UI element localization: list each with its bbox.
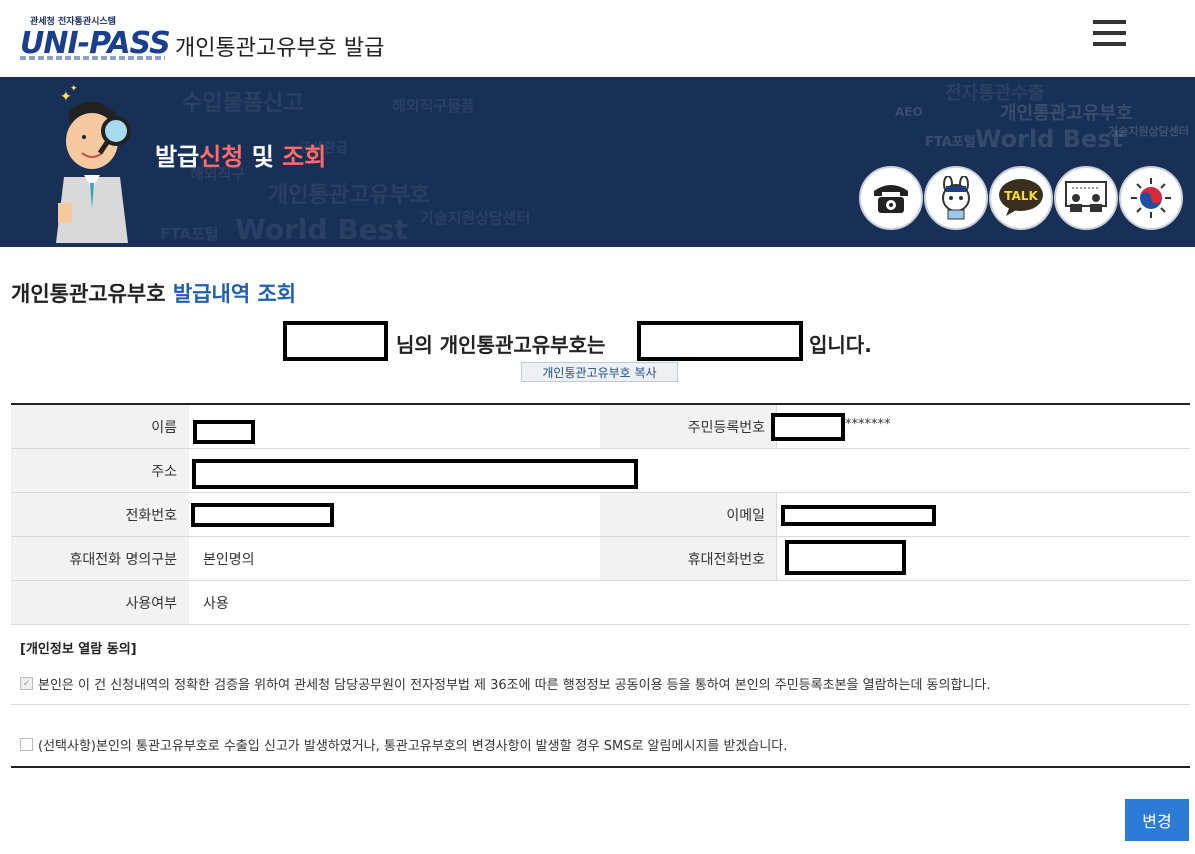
consent-required-label: 본인은 이 건 신청내역의 정확한 검증을 위하여 관세청 담당공무원이 전자정… [38,678,991,693]
section-title-main: 개인통관고유부호 [11,282,166,306]
phone-value [189,493,599,536]
copy-code-button[interactable]: 개인통관고유부호 복사 [521,362,678,382]
video-consult-button[interactable] [1054,166,1118,230]
banner-title-text: 발급 [155,143,200,171]
kakao-talk-icon: TALK [999,179,1043,216]
consent-required-checkbox[interactable]: ✓ [20,677,33,690]
table-row: 주소 [11,449,1190,493]
banner-bg-word: FTA포털 [160,225,219,243]
banner: 수입물품신고 해외직구물품 전자통관수출 개인통관고유부호 World Best… [0,77,1195,247]
result-text-1: 님의 개인통관고유부호는 [396,333,606,357]
section-title-accent: 발급내역 조회 [172,282,297,306]
consent-optional-row: (선택사항)본인의 통관고유부호로 수출입 신고가 발생하였거나, 통관고유부호… [20,735,787,754]
consent-optional-label: (선택사항)본인의 통관고유부호로 수출입 신고가 발생하였거나, 통관고유부호… [38,739,788,754]
banner-bg-word: 개인통관고유부호 [268,183,430,208]
character-illustration: ✦ ✦ [56,84,131,243]
mobile-value [777,537,1190,580]
redacted-name-value [193,420,255,444]
rrn-value: ******* [771,405,1190,448]
result-line: 님의 개인통관고유부호는 입니다. [0,321,1195,361]
divider [11,704,1190,705]
mobile-label: 휴대전화번호 [600,537,777,580]
unipass-logo[interactable]: 관세청 전자통관시스템 UNI-PASS [20,12,171,66]
mobile-owner-value: 본인명의 [203,551,255,568]
email-value [777,493,1190,536]
app-title: 개인통관고유부호 발급 [175,36,385,61]
usage-label: 사용여부 [11,581,189,624]
banner-bg-word: AEO [895,105,923,119]
result-text-2: 입니다. [809,333,872,357]
talk-label: TALK [1004,189,1038,203]
video-consult-icon [1065,181,1107,212]
banner-bg-word: 수입물품신고 [182,91,304,116]
consent-required-row: ✓ 본인은 이 건 신청내역의 정확한 검증을 위하여 관세청 담당공무원이 전… [20,674,990,693]
banner-bg-word: FTA포털 [925,135,976,150]
table-row: 전화번호 이메일 [11,493,1190,537]
svg-text:✦: ✦ [70,84,78,94]
telephone-button[interactable] [859,166,923,230]
banner-title-accent: 신청 [199,143,244,171]
redacted-email [781,505,936,526]
kakao-talk-button[interactable]: TALK [989,166,1053,230]
banner-bg-word: 기술지원상담센터 [420,209,531,227]
header: 관세청 전자통관시스템 UNI-PASS 개인통관고유부호 발급 [0,0,1195,77]
banner-bg-word: World Best [975,125,1124,153]
table-row: 이름 주민등록번호 ******* [11,405,1190,449]
table-row: 휴대전화 명의구분 본인명의 휴대전화번호 [11,537,1190,581]
email-label: 이메일 [600,493,777,536]
banner-title-accent: 조회 [282,143,327,171]
redacted-address [192,459,638,489]
usage-value: 사용 [203,595,229,612]
redacted-phone [191,503,334,527]
banner-title: 발급신청 및 조회 [155,137,326,172]
banner-bg-word: 해외직구물품 [392,97,475,115]
mascot-button[interactable] [924,166,988,230]
banner-title-text: 및 [243,143,283,171]
redacted-code [637,321,803,361]
banner-bg-word: 기술지원상담센터 [1108,125,1189,138]
phone-label: 전화번호 [11,493,189,536]
address-value [189,449,1190,492]
section-title: 개인통관고유부호 발급내역 조회 [11,278,296,308]
logo-stripes [20,56,165,60]
rrn-mask: ******* [845,417,891,432]
menu-icon[interactable] [1093,20,1127,50]
consent-optional-checkbox[interactable] [20,738,33,751]
mobile-owner-label: 휴대전화 명의구분 [11,537,189,580]
redacted-name [283,321,388,361]
info-table: 이름 주민등록번호 ******* 주소 전화번호 이메일 휴대전화 명의구분 … [11,403,1190,625]
address-label: 주소 [11,449,189,492]
government-emblem-icon [1131,178,1171,218]
redacted-rrn [771,413,845,441]
divider [11,766,1190,768]
banner-bg-word: 개인통관고유부호 [1000,103,1133,124]
mascot-icon [942,176,970,220]
banner-bg-word: World Best [235,213,408,246]
name-value [189,405,599,448]
redacted-mobile [785,540,906,575]
government-button[interactable] [1119,166,1183,230]
consent-heading: [개인정보 열람 동의] [20,642,137,657]
table-row: 사용여부 사용 [11,581,1190,625]
telephone-icon [874,185,908,213]
name-label: 이름 [11,405,189,448]
rrn-label: 주민등록번호 [600,405,777,448]
change-button[interactable]: 변경 [1125,799,1189,841]
